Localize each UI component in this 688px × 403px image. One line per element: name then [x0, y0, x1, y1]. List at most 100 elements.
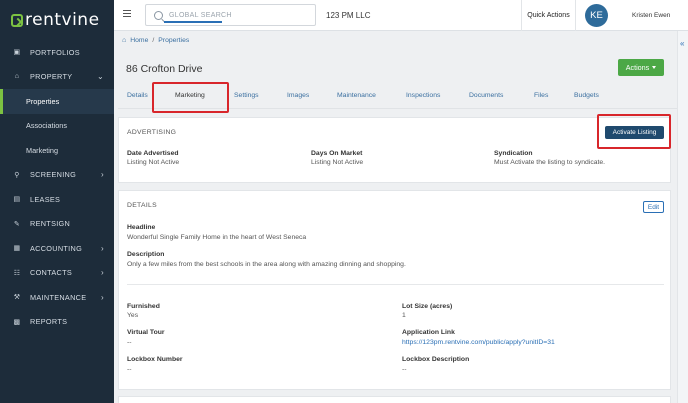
sidebar-item-accounting[interactable]: ▦ ACCOUNTING › — [0, 236, 114, 261]
folder-icon: ▣ — [13, 49, 21, 57]
sidebar-item-label: MAINTENANCE — [30, 292, 87, 302]
tab-documents[interactable]: Documents — [469, 92, 503, 99]
sidebar-item-portfolios[interactable]: ▣ PORTFOLIOS — [0, 40, 114, 65]
pen-icon: ✎ — [13, 220, 21, 228]
highlight-box-marketing-tab — [152, 82, 229, 113]
furnished-value: Yes — [127, 312, 139, 319]
headline-label: Headline — [127, 224, 156, 231]
actions-label: Actions — [625, 63, 650, 72]
tab-details[interactable]: Details — [127, 92, 148, 99]
divider — [127, 284, 664, 285]
lockbox-number-label: Lockbox Number — [127, 356, 183, 363]
document-icon: ▤ — [13, 196, 21, 204]
actions-button[interactable]: Actions — [618, 59, 664, 76]
details-title: DETAILS — [127, 202, 157, 209]
sidebar-item-label: CONTACTS — [30, 268, 72, 278]
user-name[interactable]: Kristen Ewen — [632, 12, 670, 19]
advertising-title: ADVERTISING — [127, 129, 177, 136]
advertising-panel: ADVERTISING Activate Listing Date Advert… — [118, 117, 671, 183]
right-panel-toggle[interactable]: « — [677, 31, 688, 403]
sidebar-item-screening[interactable]: ⚲ SCREENING › — [0, 163, 114, 188]
details-panel: DETAILS Edit Headline Wonderful Single F… — [118, 190, 671, 390]
sidebar-nav: ▣ PORTFOLIOS ⌂ PROPERTY ⌄ Properties Ass… — [0, 40, 114, 334]
application-link-label: Application Link — [402, 329, 455, 336]
avatar[interactable]: KE — [585, 4, 608, 27]
sidebar-item-label: PORTFOLIOS — [30, 47, 80, 57]
home-icon: ⌂ — [14, 73, 20, 81]
breadcrumb-home[interactable]: Home — [130, 37, 148, 44]
home-icon: ⌂ — [122, 37, 127, 44]
tab-images[interactable]: Images — [287, 92, 309, 99]
headline-value: Wonderful Single Family Home in the hear… — [127, 234, 307, 241]
edit-button[interactable]: Edit — [643, 201, 664, 213]
rentvine-logo-icon — [11, 13, 23, 27]
sidebar-item-label: Marketing — [26, 145, 59, 155]
description-value: Only a few miles from the best schools i… — [127, 261, 406, 268]
sidebar-item-label: REPORTS — [30, 317, 68, 327]
syndication-value: Must Activate the listing to syndicate. — [494, 159, 606, 166]
sidebar-item-label: RENTSIGN — [30, 219, 71, 229]
chevron-right-icon: › — [101, 243, 104, 253]
sidebar-item-maintenance[interactable]: ⚒ MAINTENANCE › — [0, 285, 114, 310]
calculator-icon: ▦ — [13, 245, 21, 253]
application-link[interactable]: https://123pm.rentvine.com/public/apply?… — [402, 339, 555, 346]
sidebar-item-reports[interactable]: ▩ REPORTS — [0, 310, 114, 335]
date-advertised-label: Date Advertised — [127, 150, 179, 157]
lot-size-value: 1 — [402, 312, 406, 319]
sidebar-item-label: ACCOUNTING — [30, 243, 83, 253]
days-on-market-label: Days On Market — [311, 150, 363, 157]
lockbox-description-label: Lockbox Description — [402, 356, 470, 363]
logo-text: rentvine — [25, 10, 100, 30]
double-chevron-left-icon: « — [680, 39, 685, 48]
date-advertised-value: Listing Not Active — [127, 159, 180, 166]
virtual-tour-label: Virtual Tour — [127, 329, 165, 336]
sidebar: rentvine ▣ PORTFOLIOS ⌂ PROPERTY ⌄ Prope… — [0, 0, 114, 403]
furnished-label: Furnished — [127, 303, 160, 310]
quick-actions-button[interactable]: Quick Actions — [521, 0, 576, 31]
tab-settings[interactable]: Settings — [234, 92, 259, 99]
sidebar-item-label: SCREENING — [30, 170, 77, 180]
magnifier-icon: ⚲ — [14, 171, 20, 179]
sidebar-item-label: Properties — [26, 96, 60, 106]
topbar: 123 PM LLC Quick Actions KE Kristen Ewen — [114, 0, 688, 31]
next-panel — [118, 396, 671, 403]
tab-inspections[interactable]: Inspections — [406, 92, 440, 99]
sidebar-item-rentsign[interactable]: ✎ RENTSIGN — [0, 212, 114, 237]
sidebar-item-label: LEASES — [30, 194, 61, 204]
breadcrumb: ⌂ Home / Properties — [122, 37, 189, 44]
chevron-right-icon: › — [101, 170, 104, 180]
highlight-box-activate-listing — [597, 114, 671, 149]
virtual-tour-value: -- — [127, 339, 132, 346]
sidebar-item-property[interactable]: ⌂ PROPERTY ⌄ — [0, 65, 114, 90]
tab-files[interactable]: Files — [534, 92, 548, 99]
syndication-label: Syndication — [494, 150, 533, 157]
lot-size-label: Lot Size (acres) — [402, 303, 453, 310]
tab-budgets[interactable]: Budgets — [574, 92, 599, 99]
sidebar-item-associations[interactable]: Associations — [0, 114, 114, 139]
contacts-icon: ☷ — [13, 269, 21, 277]
page-title: 86 Crofton Drive — [126, 63, 203, 75]
sidebar-item-contacts[interactable]: ☷ CONTACTS › — [0, 261, 114, 286]
sidebar-item-marketing[interactable]: Marketing — [0, 138, 114, 163]
search-icon — [154, 10, 163, 20]
caret-down-icon — [652, 66, 657, 69]
chevron-down-icon: ⌄ — [96, 72, 104, 82]
lockbox-number-value: -- — [127, 366, 132, 373]
chevron-right-icon: › — [101, 268, 104, 278]
breadcrumb-separator: / — [152, 37, 155, 44]
sidebar-item-label: PROPERTY — [30, 72, 73, 82]
hamburger-menu-icon[interactable] — [123, 10, 131, 17]
sidebar-item-label: Associations — [26, 121, 67, 131]
sidebar-item-leases[interactable]: ▤ LEASES — [0, 187, 114, 212]
tab-maintenance[interactable]: Maintenance — [337, 92, 376, 99]
company-name[interactable]: 123 PM LLC — [326, 11, 370, 20]
breadcrumb-properties[interactable]: Properties — [158, 37, 189, 44]
chevron-right-icon: › — [101, 292, 104, 302]
wrench-icon: ⚒ — [13, 294, 21, 302]
sidebar-item-properties[interactable]: Properties — [0, 89, 114, 114]
search-input[interactable] — [169, 11, 309, 19]
active-tab-indicator — [164, 21, 222, 23]
reports-icon: ▩ — [13, 318, 21, 326]
logo[interactable]: rentvine — [0, 0, 114, 40]
days-on-market-value: Listing Not Active — [311, 159, 364, 166]
